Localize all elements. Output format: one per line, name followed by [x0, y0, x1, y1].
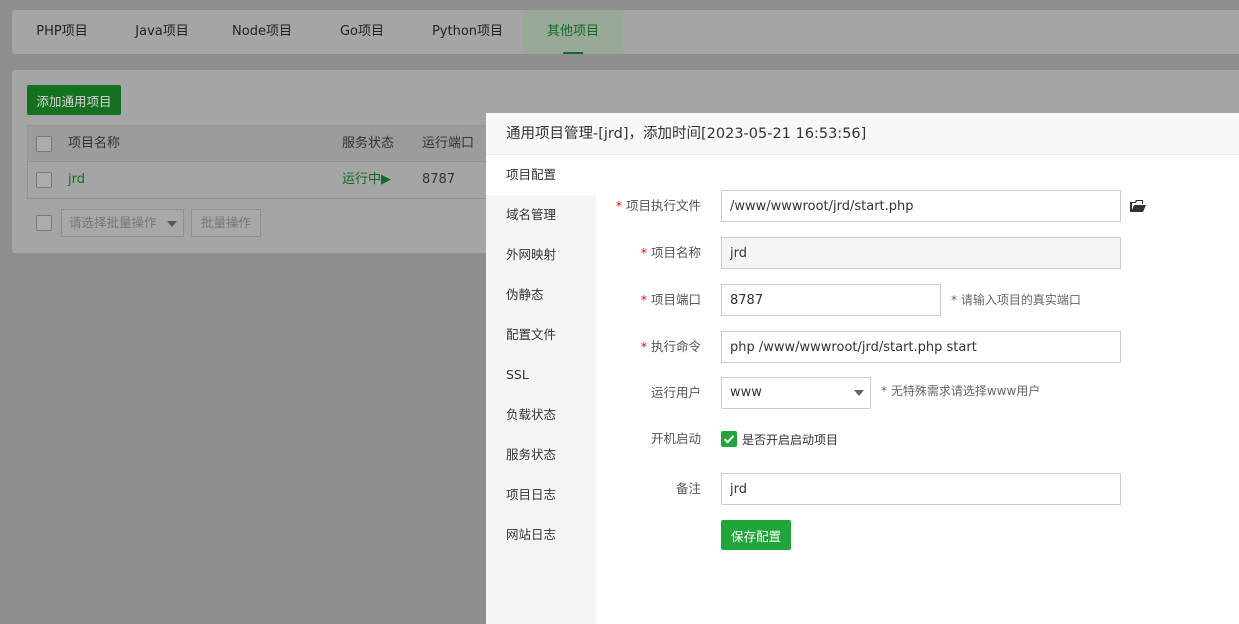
tab-python[interactable]: Python项目 [412, 10, 523, 54]
project-port: 8787 [422, 172, 456, 187]
project-name-link[interactable]: jrd [68, 162, 85, 197]
remark-input[interactable] [721, 473, 1121, 505]
project-manage-modal: 通用项目管理-[jrd]，添加时间[2023-05-21 16:53:56] 项… [486, 113, 1239, 624]
sidebar-item-domain[interactable]: 域名管理 [486, 195, 596, 235]
col-port-header: 运行端口 [422, 136, 475, 151]
project-name-input [721, 237, 1121, 269]
project-port-input[interactable] [721, 284, 941, 316]
row-checkbox[interactable] [36, 172, 52, 188]
sidebar-item-project-config[interactable]: 项目配置 [486, 155, 596, 195]
exec-file-input[interactable] [721, 190, 1121, 222]
tab-node[interactable]: Node项目 [212, 10, 312, 54]
tab-java[interactable]: Java项目 [112, 10, 212, 54]
folder-open-icon[interactable] [1130, 200, 1146, 217]
sidebar-item-site-log[interactable]: 网站日志 [486, 515, 596, 555]
batch-action-button[interactable]: 批量操作 [191, 209, 261, 237]
project-config-form: *项目执行文件 *项目名称 *项目端口 * 请输入项目的真实端口 *执行命令 运… [596, 155, 1239, 624]
project-type-tabs: PHP项目 Java项目 Node项目 Go项目 Python项目 其他项目 [12, 10, 1239, 54]
run-user-label: 运行用户 [650, 385, 701, 400]
user-hint: * 无特殊需求请选择www用户 [881, 384, 1041, 398]
batch-select-checkbox[interactable] [36, 215, 52, 231]
sidebar-item-config-file[interactable]: 配置文件 [486, 315, 596, 355]
sidebar-item-ssl[interactable]: SSL [486, 355, 596, 395]
tab-php[interactable]: PHP项目 [12, 10, 112, 54]
modal-title: 通用项目管理-[jrd]，添加时间[2023-05-21 16:53:56] [486, 113, 1239, 155]
project-name-label: * 项目名称 [640, 245, 701, 260]
batch-action-placeholder: 请选择批量操作 [69, 215, 157, 230]
exec-command-input[interactable] [721, 331, 1121, 363]
run-user-value: www [730, 385, 762, 400]
exec-command-label: * 执行命令 [640, 339, 701, 354]
add-project-button[interactable]: 添加通用项目 [27, 85, 121, 115]
tab-other[interactable]: 其他项目 [523, 10, 623, 54]
col-name-header: 项目名称 [68, 136, 121, 151]
remark-label: 备注 [675, 481, 701, 496]
status-running[interactable]: 运行中▶ [342, 162, 391, 197]
exec-file-label: * 项目执行文件 [615, 198, 701, 213]
project-port-label: * 项目端口 [640, 292, 701, 307]
batch-action-select[interactable]: 请选择批量操作 [61, 209, 184, 237]
project-table: 项目名称 服务状态 运行端口 jrd 运行中▶ 8787 [27, 125, 498, 199]
tab-go[interactable]: Go项目 [312, 10, 412, 54]
table-row: jrd 运行中▶ 8787 [28, 162, 498, 197]
port-hint: * 请输入项目的真实端口 [951, 293, 1081, 307]
sidebar-item-service-status[interactable]: 服务状态 [486, 435, 596, 475]
run-user-select[interactable]: www [721, 377, 871, 409]
col-status-header: 服务状态 [342, 136, 395, 151]
sidebar-item-rewrite[interactable]: 伪静态 [486, 275, 596, 315]
modal-sidebar: 项目配置 域名管理 外网映射 伪静态 配置文件 SSL 负载状态 服务状态 项目… [486, 155, 596, 624]
select-all-checkbox[interactable] [36, 136, 52, 152]
chevron-down-icon [854, 390, 864, 396]
autostart-checkbox-label[interactable]: 是否开启启动项目 [742, 424, 838, 456]
sidebar-item-project-log[interactable]: 项目日志 [486, 475, 596, 515]
sidebar-item-load-status[interactable]: 负载状态 [486, 395, 596, 435]
autostart-checkbox[interactable] [721, 431, 737, 447]
sidebar-item-external-mapping[interactable]: 外网映射 [486, 235, 596, 275]
save-config-button[interactable]: 保存配置 [721, 520, 791, 550]
autostart-label: 开机启动 [650, 431, 701, 446]
table-header: 项目名称 服务状态 运行端口 [28, 126, 498, 162]
chevron-down-icon [167, 221, 177, 227]
